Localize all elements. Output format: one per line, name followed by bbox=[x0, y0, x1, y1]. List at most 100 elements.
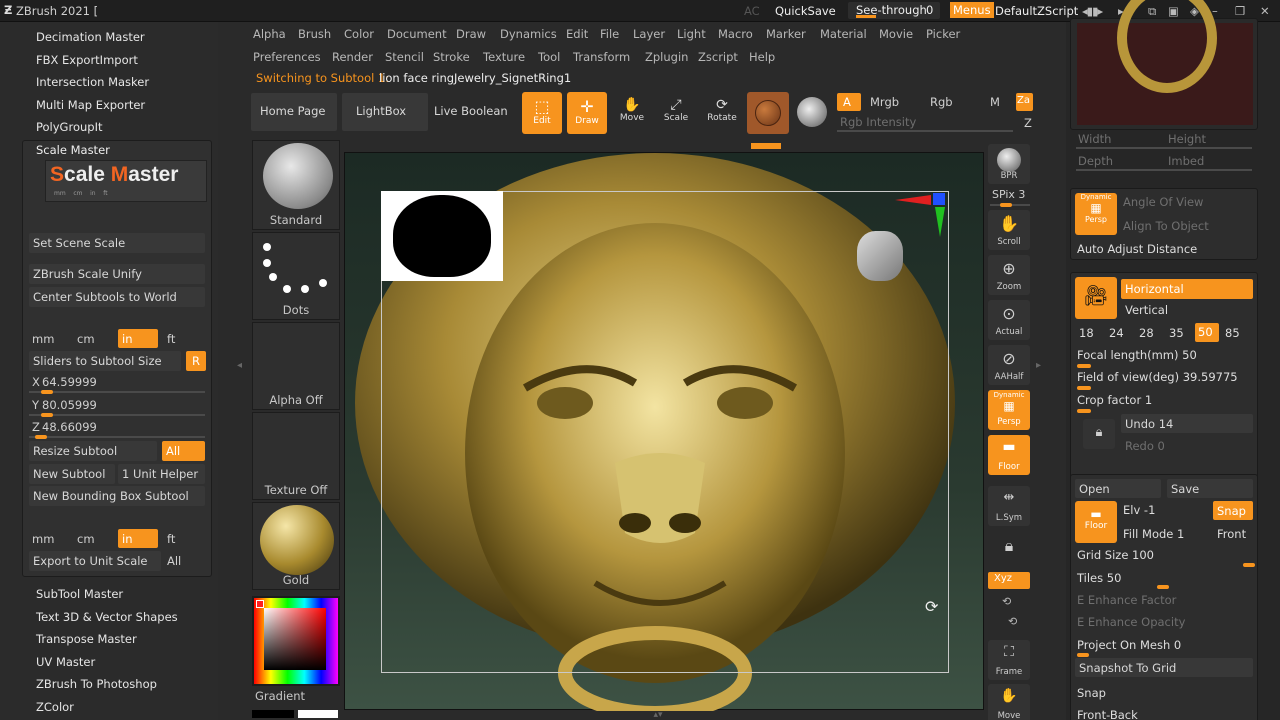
material-swatch-button[interactable] bbox=[747, 92, 789, 134]
color-picker[interactable] bbox=[252, 596, 340, 686]
unit-in[interactable]: in bbox=[118, 329, 158, 348]
menu-alpha[interactable]: Alpha bbox=[253, 27, 286, 41]
focal-24[interactable]: 24 bbox=[1109, 326, 1124, 340]
y-slider-knob[interactable] bbox=[41, 413, 53, 417]
front-button[interactable]: Front bbox=[1217, 527, 1246, 541]
ac-label[interactable]: AC bbox=[744, 4, 760, 18]
menu-zscript[interactable]: Zscript bbox=[698, 50, 738, 64]
unit-ft[interactable]: ft bbox=[167, 332, 175, 346]
focal-50[interactable]: 50 bbox=[1195, 323, 1219, 342]
plugin-subtool-master[interactable]: SubTool Master bbox=[36, 587, 123, 601]
sliders-to-subtool-size-button[interactable]: Sliders to Subtool Size bbox=[29, 351, 181, 371]
draw-button[interactable]: ✛ Draw bbox=[567, 92, 607, 134]
plugin-fbx-exportimport[interactable]: FBX ExportImport bbox=[36, 53, 138, 67]
rotate-button[interactable]: ⟳ Rotate bbox=[702, 92, 742, 134]
menu-render[interactable]: Render bbox=[332, 50, 373, 64]
export-unit-in[interactable]: in bbox=[118, 529, 158, 548]
rgb-button[interactable]: Rgb bbox=[930, 95, 953, 109]
front-back-toggle[interactable]: Front-Back bbox=[1077, 708, 1138, 720]
rgb-intensity-track[interactable] bbox=[837, 130, 1013, 132]
document-preview[interactable] bbox=[1077, 0, 1253, 125]
z-slider-track[interactable] bbox=[29, 436, 205, 438]
grid-size-slider[interactable]: Grid Size 100 bbox=[1077, 548, 1154, 562]
height-slider[interactable]: Height bbox=[1168, 132, 1206, 146]
zbrush-scale-unify-button[interactable]: ZBrush Scale Unify bbox=[29, 264, 205, 284]
z-intensity-label[interactable]: Z bbox=[1024, 116, 1032, 130]
plugin-text-3d[interactable]: Text 3D & Vector Shapes bbox=[36, 610, 178, 624]
menu-macro[interactable]: Macro bbox=[718, 27, 753, 41]
unit-mm[interactable]: mm bbox=[32, 332, 54, 346]
export-unit-mm[interactable]: mm bbox=[32, 532, 54, 546]
move-view-button[interactable]: ✋ Move bbox=[988, 684, 1030, 720]
menus-button[interactable]: Menus bbox=[950, 2, 994, 18]
r-button[interactable]: R bbox=[186, 351, 206, 371]
export-all-button[interactable]: All bbox=[167, 554, 181, 568]
camera-lock-icon[interactable]: 🔒︎ bbox=[1083, 419, 1115, 449]
grid-size-knob[interactable] bbox=[1243, 563, 1255, 567]
canvas-viewport[interactable]: ⟳ bbox=[344, 152, 984, 711]
plugin-zcolor[interactable]: ZColor bbox=[36, 700, 74, 714]
dynamic-persp-button[interactable]: Dynamic ▦ Persp bbox=[1075, 193, 1117, 235]
right-tray-collapse-icon[interactable]: ▸ bbox=[1036, 360, 1041, 371]
focal-18[interactable]: 18 bbox=[1079, 326, 1094, 340]
open-button[interactable]: Open bbox=[1075, 479, 1161, 498]
grid-floor-button[interactable]: ▬ Floor bbox=[1075, 501, 1117, 543]
color-mode-icon[interactable] bbox=[797, 97, 827, 127]
export-unit-cm[interactable]: cm bbox=[77, 532, 95, 546]
menu-material[interactable]: Material bbox=[820, 27, 867, 41]
color-marker[interactable] bbox=[256, 600, 264, 608]
set-scene-scale-button[interactable]: Set Scene Scale bbox=[29, 233, 205, 253]
close-icon[interactable]: ✕ bbox=[1260, 4, 1270, 18]
edit-button[interactable]: ⬚ Edit bbox=[522, 92, 562, 134]
menu-light[interactable]: Light bbox=[677, 27, 706, 41]
live-boolean-button[interactable]: Live Boolean bbox=[431, 93, 517, 131]
angle-of-view-slider[interactable]: Angle Of View bbox=[1123, 195, 1203, 209]
menu-marker[interactable]: Marker bbox=[766, 27, 806, 41]
snap-button[interactable]: Snap bbox=[1213, 501, 1253, 520]
fov-slider[interactable]: Field of view(deg) 39.59775 bbox=[1077, 370, 1238, 384]
xyz-button[interactable]: Xyz bbox=[988, 572, 1030, 589]
plugin-decimation-master[interactable]: Decimation Master bbox=[36, 30, 145, 44]
material-tile-gold[interactable]: Gold bbox=[252, 502, 340, 590]
menu-dynamics[interactable]: Dynamics bbox=[500, 27, 557, 41]
depth-slider[interactable]: Depth bbox=[1078, 154, 1113, 168]
z-value[interactable]: 48.66099 bbox=[42, 420, 97, 434]
camera-icon[interactable]: 🎥︎ bbox=[1075, 277, 1117, 319]
tiles-slider[interactable]: Tiles 50 bbox=[1077, 571, 1121, 585]
brush-tile-standard[interactable]: Standard bbox=[252, 140, 340, 230]
texture-tile[interactable]: Texture Off bbox=[252, 412, 340, 500]
z-slider-knob[interactable] bbox=[35, 435, 47, 439]
elevation-slider[interactable]: Elv -1 bbox=[1123, 503, 1155, 517]
scroll-button[interactable]: ✋ Scroll bbox=[988, 210, 1030, 250]
focal-length-knob[interactable] bbox=[1077, 364, 1091, 368]
focal-35[interactable]: 35 bbox=[1169, 326, 1184, 340]
resize-subtool-button[interactable]: Resize Subtool bbox=[29, 441, 157, 461]
axis-gizmo-icon[interactable] bbox=[895, 189, 955, 249]
redo-slider[interactable]: Redo 0 bbox=[1125, 439, 1165, 453]
vertical-button[interactable]: Vertical bbox=[1125, 303, 1168, 317]
m-button[interactable]: M bbox=[990, 95, 1000, 109]
x-value[interactable]: 64.59999 bbox=[42, 375, 97, 389]
aahalf-button[interactable]: ⊘ AAHalf bbox=[988, 345, 1030, 385]
new-bounding-box-button[interactable]: New Bounding Box Subtool bbox=[29, 486, 205, 506]
color-picker-field[interactable] bbox=[264, 608, 326, 670]
plugin-polygroupit[interactable]: PolyGroupIt bbox=[36, 120, 102, 134]
resize-all-button[interactable]: All bbox=[162, 441, 205, 461]
alpha-tile[interactable]: Alpha Off bbox=[252, 322, 340, 410]
tiles-knob[interactable] bbox=[1157, 585, 1169, 589]
secondary-color-swatch[interactable] bbox=[252, 710, 294, 718]
scale-button[interactable]: ⤢ Scale bbox=[656, 92, 696, 134]
quicksave-button[interactable]: QuickSave bbox=[775, 4, 836, 18]
new-subtool-button[interactable]: New Subtool bbox=[29, 464, 115, 484]
imbed-slider[interactable]: Imbed bbox=[1168, 154, 1204, 168]
menu-edit[interactable]: Edit bbox=[566, 27, 588, 41]
zoom-button[interactable]: ⊕ Zoom bbox=[988, 255, 1030, 295]
menu-preferences[interactable]: Preferences bbox=[253, 50, 321, 64]
rotate-z-icon[interactable]: ⟲ bbox=[1008, 615, 1017, 628]
actual-button[interactable]: ⊙ Actual bbox=[988, 300, 1030, 340]
bpr-button[interactable]: BPR bbox=[988, 144, 1030, 184]
navigation-thumbnail[interactable] bbox=[381, 191, 503, 281]
y-slider-track[interactable] bbox=[29, 414, 205, 416]
menu-color[interactable]: Color bbox=[344, 27, 374, 41]
x-slider-track[interactable] bbox=[29, 391, 205, 393]
